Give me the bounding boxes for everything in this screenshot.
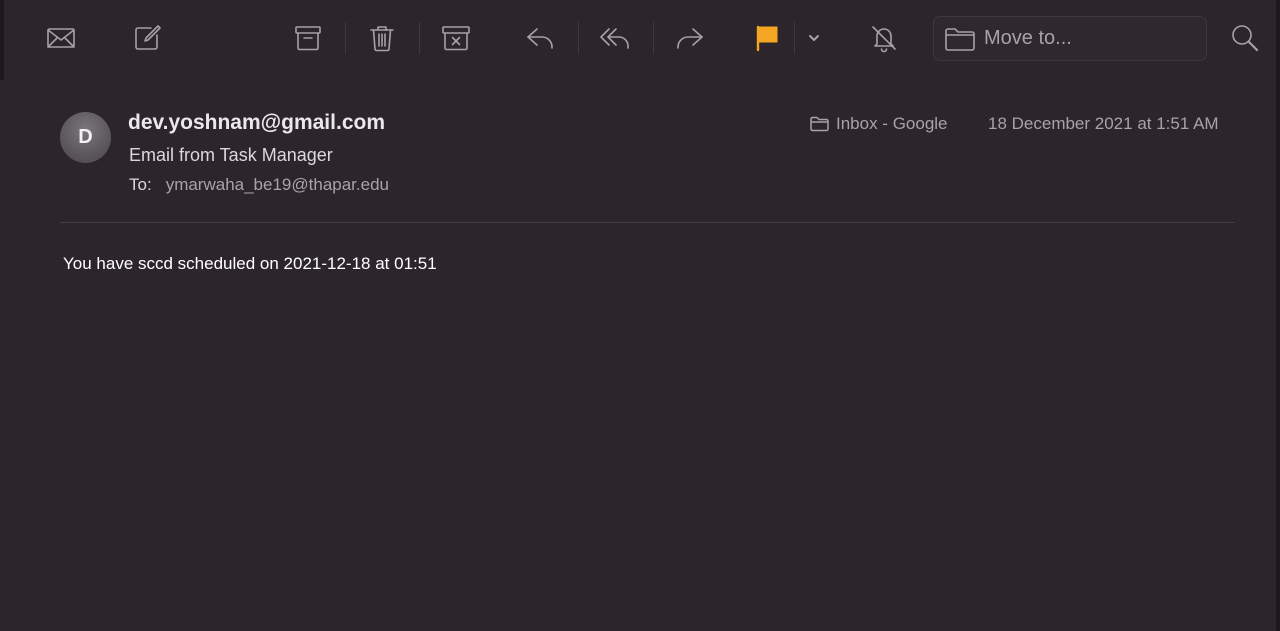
flag-button[interactable] <box>749 20 785 56</box>
folder-icon <box>810 116 829 132</box>
avatar: D <box>60 112 111 163</box>
search-icon <box>1232 25 1259 52</box>
trash-icon <box>370 26 394 52</box>
toolbar-separator <box>794 22 795 54</box>
compose-button[interactable] <box>129 20 165 56</box>
archive-button[interactable] <box>290 20 326 56</box>
flag-menu-button[interactable] <box>803 20 825 56</box>
recipient-address[interactable]: ymarwaha_be19@thapar.edu <box>166 175 389 195</box>
reply-button[interactable] <box>522 20 558 56</box>
delete-button[interactable] <box>364 20 400 56</box>
forward-icon <box>677 28 703 49</box>
envelope-icon <box>47 28 75 48</box>
search-button[interactable] <box>1227 20 1263 56</box>
recipient-row: To: ymarwaha_be19@thapar.edu <box>129 175 389 195</box>
mailbox-indicator: Inbox - Google <box>810 114 948 134</box>
toolbar-separator <box>419 22 420 54</box>
forward-button[interactable] <box>672 20 708 56</box>
reply-icon <box>527 28 553 49</box>
window-edge-right <box>1276 0 1280 631</box>
reply-all-icon <box>600 28 629 49</box>
sender-address[interactable]: dev.yoshnam@gmail.com <box>128 111 385 135</box>
avatar-initial: D <box>78 126 93 148</box>
header-divider <box>60 222 1235 223</box>
toolbar <box>0 0 1280 78</box>
bell-slash-icon <box>872 26 896 53</box>
toolbar-separator <box>345 22 346 54</box>
junk-button[interactable] <box>438 20 474 56</box>
archive-icon <box>295 26 321 51</box>
folder-icon <box>945 27 975 51</box>
junk-icon <box>442 26 470 51</box>
toolbar-separator <box>578 22 579 54</box>
to-label: To: <box>129 175 152 194</box>
mail-window: D dev.yoshnam@gmail.com Email from Task … <box>0 0 1280 631</box>
move-to-field[interactable] <box>933 16 1207 61</box>
flag-icon <box>756 25 778 52</box>
subject-line: Email from Task Manager <box>129 145 333 165</box>
message-date: 18 December 2021 at 1:51 AM <box>988 114 1219 133</box>
move-to-input[interactable] <box>984 27 1184 50</box>
compose-icon <box>135 25 161 50</box>
chevron-down-icon <box>809 35 819 41</box>
reply-all-button[interactable] <box>597 20 633 56</box>
message-body: You have sccd scheduled on 2021-12-18 at… <box>63 254 437 273</box>
mailbox-name: Inbox - Google <box>836 114 948 133</box>
toolbar-separator <box>653 22 654 54</box>
get-mail-button[interactable] <box>43 20 79 56</box>
mute-button[interactable] <box>866 20 902 56</box>
